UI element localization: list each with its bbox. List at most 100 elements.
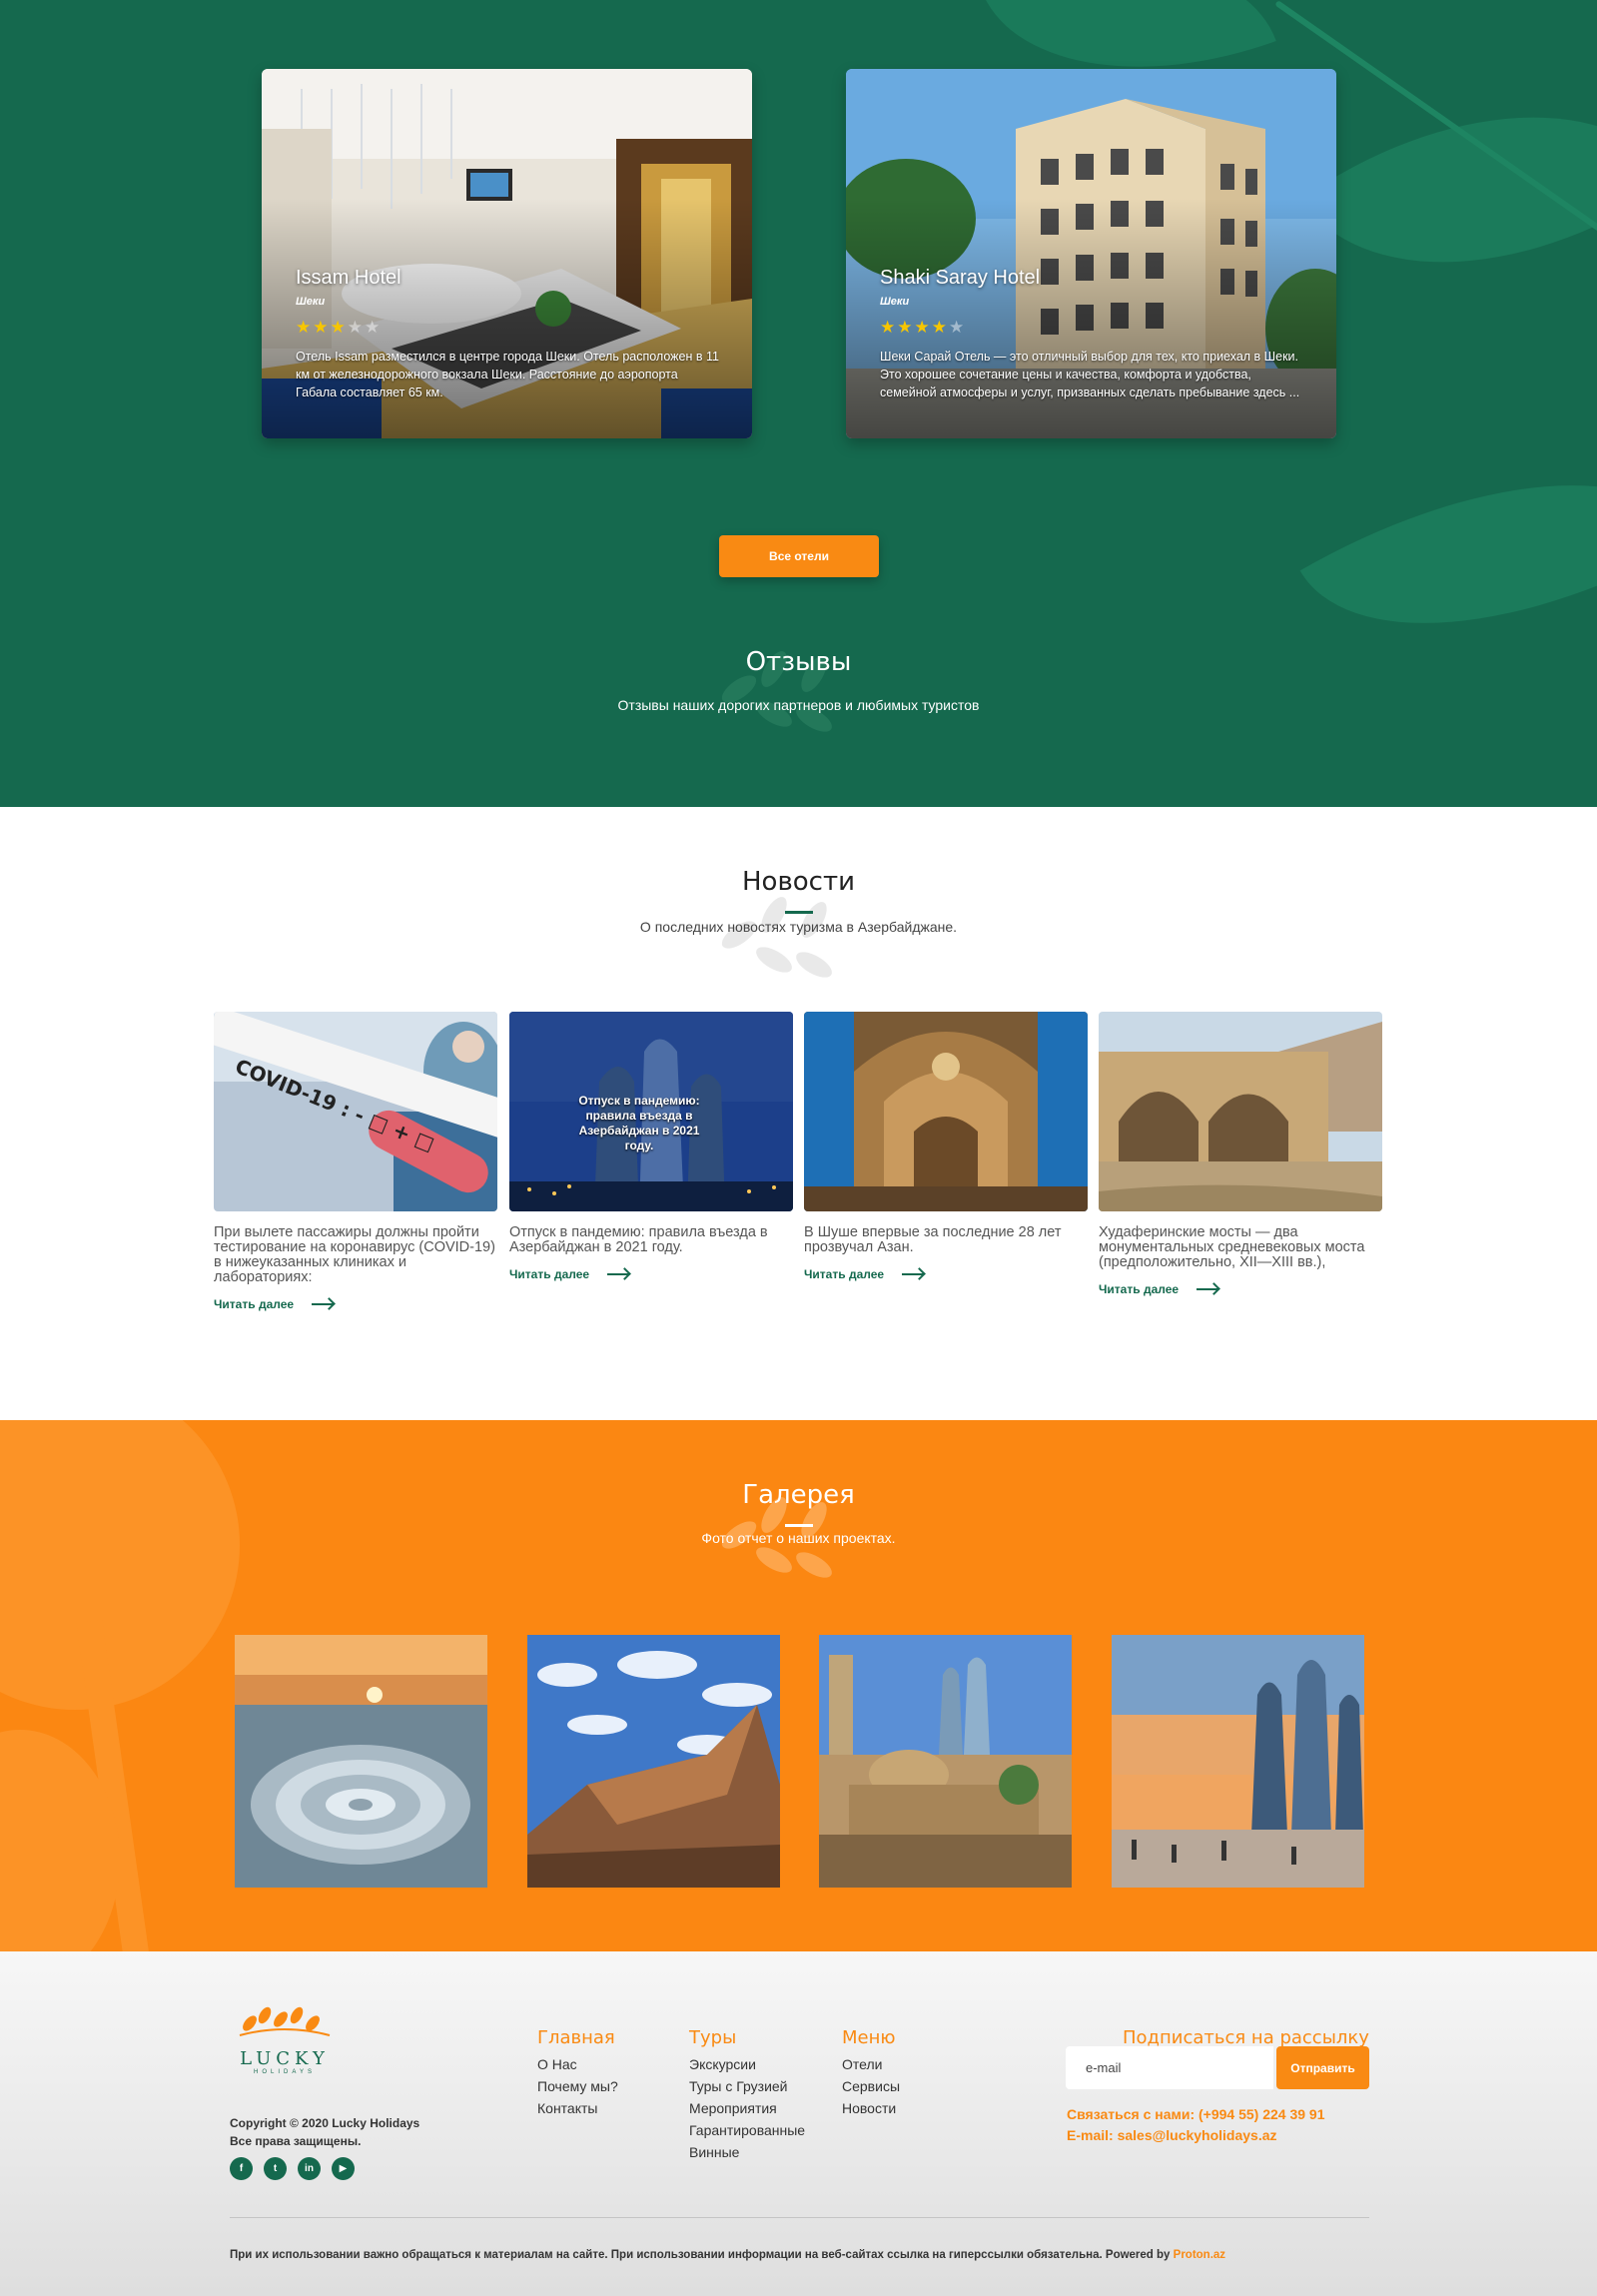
all-hotels-button[interactable]: Все отели <box>719 535 879 577</box>
news-title[interactable]: При вылете пассажиры должны пройти тести… <box>214 1225 497 1285</box>
hotel-card[interactable]: Issam Hotel Шеки ★★★★★ Отель Issam разме… <box>262 69 752 438</box>
gallery-image[interactable] <box>819 1635 1072 1888</box>
youtube-icon[interactable]: ▶ <box>332 2157 355 2180</box>
gallery-image[interactable] <box>527 1635 780 1888</box>
powered-by-link[interactable]: Proton.az <box>1174 2249 1225 2261</box>
logo-tagline: HOLIDAYS <box>254 2069 316 2075</box>
hotel-info: Issam Hotel Шеки ★★★★★ Отель Issam разме… <box>296 267 722 401</box>
news-title[interactable]: В Шуше впервые за последние 28 лет прозв… <box>804 1225 1088 1255</box>
hotel-info: Shaki Saray Hotel Шеки ★★★★★ Шеки Сарай … <box>880 267 1306 401</box>
star-empty-icon: ★ <box>365 318 383 337</box>
read-more-label: Читать далее <box>804 1267 885 1281</box>
read-more-link[interactable]: Читать далее <box>1099 1282 1219 1296</box>
decor-leaf <box>0 1420 240 1710</box>
footer-link[interactable]: Гарантированные <box>689 2119 805 2141</box>
star-empty-icon: ★ <box>949 318 967 337</box>
star-filled-icon: ★ <box>897 318 915 337</box>
news-title[interactable]: Отпуск в пандемию: правила въезда в Азер… <box>509 1225 793 1255</box>
title-underline <box>785 911 813 914</box>
footer-links-menu: Отели Сервисы Новости <box>842 2053 900 2119</box>
twitter-icon[interactable]: t <box>264 2157 287 2180</box>
footer-link[interactable]: Туры с Грузией <box>689 2075 805 2097</box>
hotel-card[interactable]: Shaki Saray Hotel Шеки ★★★★★ Шеки Сарай … <box>846 69 1336 438</box>
facebook-icon[interactable]: f <box>230 2157 253 2180</box>
hotels-section: Issam Hotel Шеки ★★★★★ Отель Issam разме… <box>0 0 1597 807</box>
read-more-label: Читать далее <box>1099 1282 1180 1296</box>
leaf-logo-icon <box>239 2006 331 2036</box>
hotel-name[interactable]: Issam Hotel <box>296 267 722 290</box>
read-more-label: Читать далее <box>214 1297 295 1311</box>
news-card[interactable]: Отпуск в пандемию: правила въезда в Азер… <box>509 1012 793 1283</box>
reviews-title: Отзывы <box>745 647 852 677</box>
news-title[interactable]: Худаферинские мосты — два монументальных… <box>1099 1225 1382 1270</box>
news-subtitle: О последних новостях туризма в Азербайдж… <box>639 919 958 935</box>
newsletter-heading: Подписаться на рассылку <box>1123 2027 1369 2048</box>
news-title: Новости <box>741 867 856 897</box>
contact-email[interactable]: E-mail: sales@luckyholidays.az <box>1067 2127 1277 2143</box>
news-card[interactable]: Худаферинские мосты — два монументальных… <box>1099 1012 1382 1298</box>
copyright-line: Copyright © 2020 Lucky Holidays <box>230 2116 420 2130</box>
hotel-name[interactable]: Shaki Saray Hotel <box>880 267 1306 290</box>
gallery-section: Галерея Фото отчет о наших проектах. <box>0 1420 1597 1951</box>
read-more-link[interactable]: Читать далее <box>804 1267 925 1281</box>
read-more-link[interactable]: Читать далее <box>214 1297 335 1311</box>
footer-link[interactable]: Экскурсии <box>689 2053 805 2075</box>
footer-link[interactable]: Сервисы <box>842 2075 900 2097</box>
news-card[interactable]: В Шуше впервые за последние 28 лет прозв… <box>804 1012 1088 1283</box>
footer-links-tours: Экскурсии Туры с Грузией Мероприятия Гар… <box>689 2053 805 2163</box>
news-section: Новости О последних новостях туризма в А… <box>0 807 1597 1420</box>
news-card[interactable]: COVID-19 : - □ + □ При вылете пассажиры … <box>214 1012 497 1313</box>
star-filled-icon: ★ <box>880 318 898 337</box>
hotel-rating: ★★★★★ <box>880 318 1306 338</box>
footer-link[interactable]: Мероприятия <box>689 2097 805 2119</box>
gallery-image[interactable] <box>235 1635 487 1888</box>
read-more-link[interactable]: Читать далее <box>509 1267 630 1281</box>
star-empty-icon: ★ <box>347 318 365 337</box>
footer-column-heading: Меню <box>842 2027 896 2048</box>
subscribe-button[interactable]: Отправить <box>1276 2046 1369 2089</box>
news-image[interactable]: COVID-19 : - □ + □ <box>214 1012 497 1211</box>
email-field[interactable] <box>1066 2046 1273 2089</box>
gallery-subtitle: Фото отчет о наших проектах. <box>701 1530 896 1546</box>
decor-leaf <box>1299 16 1597 364</box>
news-image-caption: Отпуск в пандемию: правила въезда в Азер… <box>578 1094 700 1152</box>
legal-text: При их использовании важно обращаться к … <box>230 2249 1171 2261</box>
footer-column-heading: Туры <box>689 2027 737 2048</box>
footer: LUCKY HOLIDAYS Copyright © 2020 Lucky Ho… <box>0 1951 1597 2296</box>
logo[interactable]: LUCKY HOLIDAYS <box>225 2001 345 2075</box>
star-filled-icon: ★ <box>313 318 331 337</box>
footer-link[interactable]: Отели <box>842 2053 900 2075</box>
news-image[interactable] <box>804 1012 1088 1211</box>
news-image[interactable]: Отпуск в пандемию: правила въезда в Азер… <box>509 1012 793 1211</box>
arrow-right-icon <box>312 1303 335 1305</box>
linkedin-icon[interactable]: in <box>298 2157 321 2180</box>
footer-link[interactable]: Новости <box>842 2097 900 2119</box>
social-links: f t in ▶ <box>230 2157 355 2180</box>
arrow-right-icon <box>607 1273 630 1275</box>
star-filled-icon: ★ <box>914 318 932 337</box>
hotel-city: Шеки <box>880 296 910 308</box>
hotel-description: Шеки Сарай Отель — это отличный выбор дл… <box>880 350 1300 399</box>
title-underline <box>785 1524 813 1527</box>
footer-link[interactable]: Контакты <box>537 2097 618 2119</box>
rights-line: Все права защищены. <box>230 2134 362 2148</box>
arrow-right-icon <box>902 1273 925 1275</box>
gallery-image[interactable] <box>1112 1635 1364 1888</box>
logo-wordmark: LUCKY <box>240 2048 330 2069</box>
footer-links-main: О Нас Почему мы? Контакты <box>537 2053 618 2119</box>
contact-phone[interactable]: Связаться с нами: (+994 55) 224 39 91 <box>1067 2106 1325 2122</box>
read-more-label: Читать далее <box>509 1267 590 1281</box>
hotel-description: Отель Issam разместился в центре города … <box>296 350 719 399</box>
footer-link[interactable]: Почему мы? <box>537 2075 618 2097</box>
legal-notice: При их использовании важно обращаться к … <box>230 2249 1225 2261</box>
star-filled-icon: ★ <box>931 318 949 337</box>
copyright: Copyright © 2020 Lucky Holidays Все прав… <box>230 2114 419 2150</box>
hotel-city: Шеки <box>296 296 326 308</box>
news-image[interactable] <box>1099 1012 1382 1211</box>
hotel-rating: ★★★★★ <box>296 318 722 338</box>
reviews-subtitle: Отзывы наших дорогих партнеров и любимых… <box>617 697 980 713</box>
footer-link[interactable]: Винные <box>689 2141 805 2163</box>
gallery-title: Галерея <box>742 1480 855 1510</box>
footer-divider <box>230 2217 1369 2218</box>
footer-link[interactable]: О Нас <box>537 2053 618 2075</box>
